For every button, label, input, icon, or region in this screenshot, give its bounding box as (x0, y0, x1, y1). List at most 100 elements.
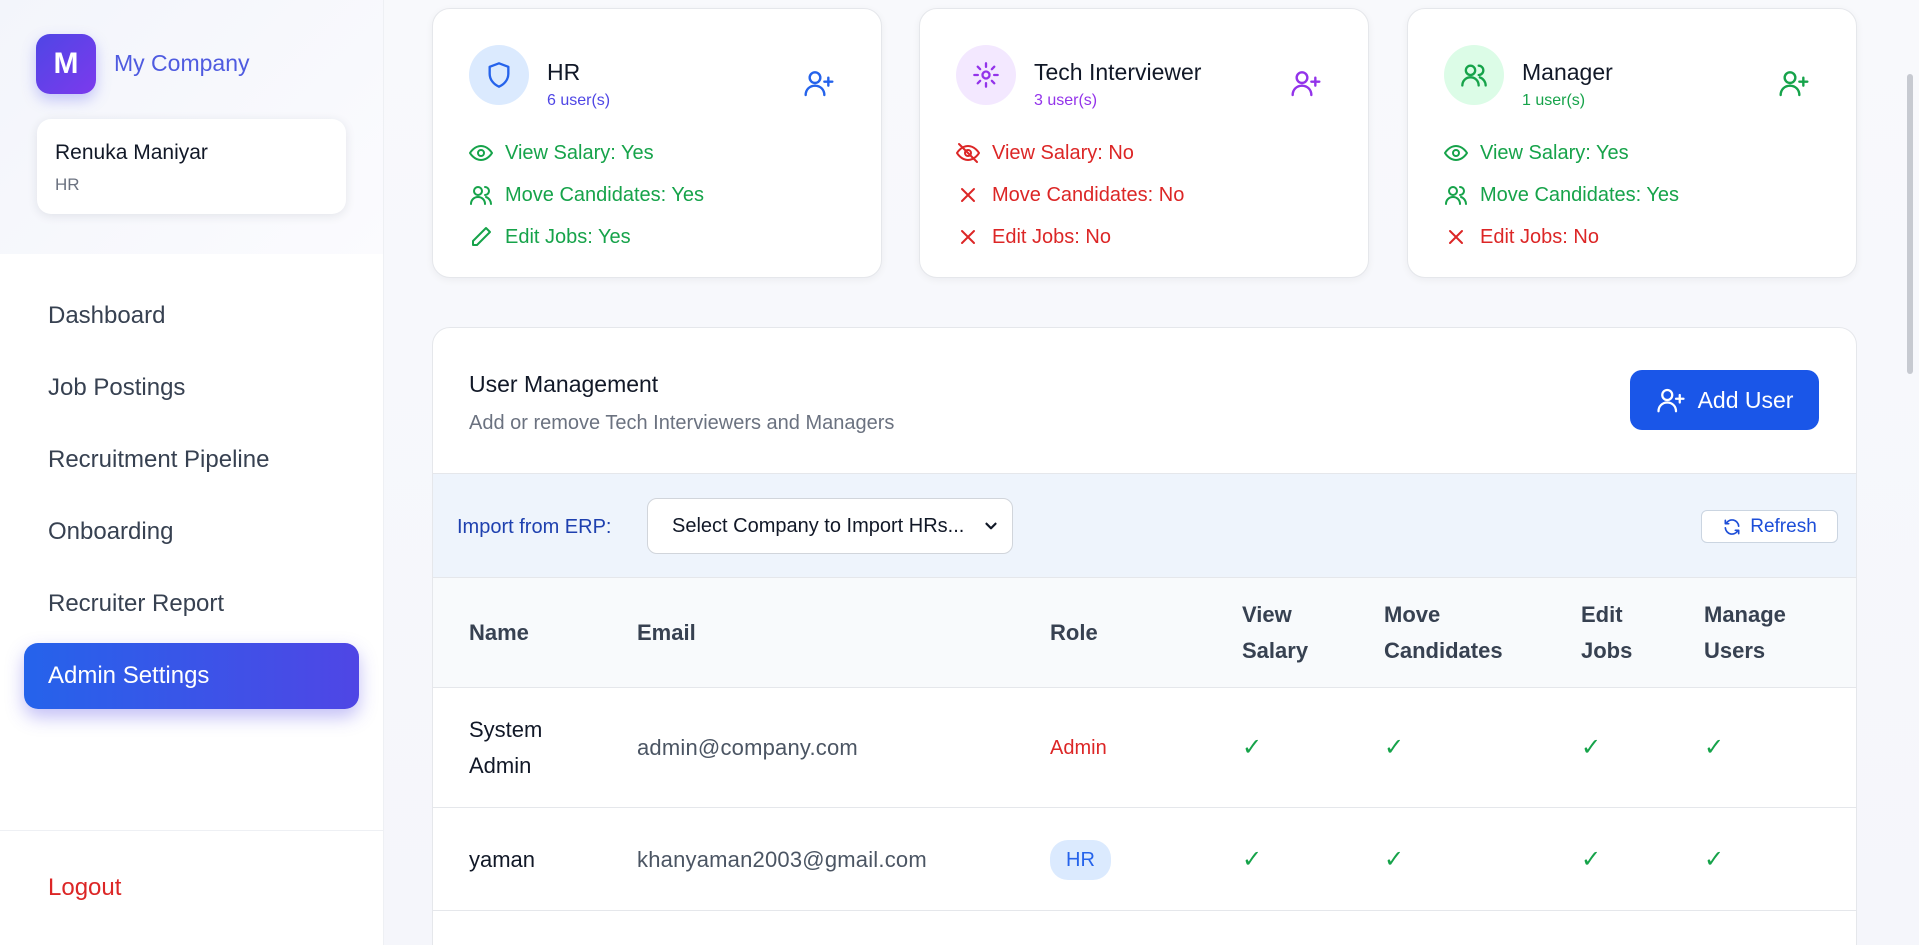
cell-role: HR (1050, 809, 1111, 910)
perm-label: View Salary: No (992, 141, 1134, 164)
column-header-edit-jobs: Edit Jobs (1581, 578, 1632, 688)
cell-email: khanyaman2003@gmail.com (637, 846, 927, 872)
erp-company-select[interactable]: Select Company to Import HRs... (647, 498, 1013, 554)
eye-icon (1444, 145, 1468, 161)
cell-name: System Admin (469, 688, 542, 807)
column-header-move-candidates: Move Candidates (1384, 578, 1503, 688)
check-icon: ✓ (1242, 733, 1263, 761)
eye-off-icon (956, 143, 980, 163)
role-user-count: 3 user(s) (1034, 92, 1098, 109)
users-icon (1445, 186, 1467, 205)
add-user-to-role-icon[interactable] (803, 67, 835, 99)
column-header-email: Email (637, 620, 696, 645)
perm-label: Edit Jobs: Yes (505, 225, 631, 248)
eye-icon (469, 145, 493, 161)
users-icon (470, 186, 492, 205)
nav-item-dashboard[interactable]: Dashboard (24, 283, 359, 349)
perm-view-salary: View Salary: No (956, 139, 1134, 167)
company-logo[interactable]: M (36, 34, 96, 94)
add-user-label: Add User (1697, 386, 1794, 413)
perm-label: Move Candidates: Yes (505, 183, 705, 206)
column-header-role: Role (1050, 620, 1098, 645)
perm-move-candidates: Move Candidates: No (956, 181, 1184, 209)
role-card-manager: Manager 1 user(s) View Salary: Yes Move … (1407, 8, 1857, 278)
user-management-panel: User Management Add or remove Tech Inter… (432, 327, 1857, 945)
sidebar-header: M My Company Renuka Maniyar HR (0, 0, 383, 254)
add-user-button[interactable]: Add User (1630, 370, 1819, 430)
check-icon: ✓ (1581, 733, 1602, 761)
role-badge-admin: Admin (1050, 736, 1107, 759)
table-row[interactable]: yaman khanyaman2003@gmail.com HR ✓ ✓ ✓ ✓ (433, 809, 1856, 911)
perm-move-candidates: Move Candidates: Yes (469, 181, 704, 209)
add-user-to-role-icon[interactable] (1290, 67, 1322, 99)
user-card: Renuka Maniyar HR (37, 119, 346, 214)
cell-name: yaman (469, 846, 536, 872)
x-icon (961, 188, 975, 202)
role-title: Tech Interviewer (1034, 59, 1202, 85)
nav-item-job-postings[interactable]: Job Postings (24, 355, 359, 421)
column-header-view-salary: View Salary (1242, 578, 1308, 688)
x-icon (1449, 230, 1463, 244)
perm-edit-jobs: Edit Jobs: No (1444, 223, 1599, 251)
nav-item-recruitment-pipeline[interactable]: Recruitment Pipeline (24, 427, 359, 493)
check-icon: ✓ (1581, 845, 1602, 873)
table-row[interactable]: System Admin admin@company.com Admin ✓ ✓ … (433, 688, 1856, 808)
sidebar: M My Company Renuka Maniyar HR Dashboard… (0, 0, 384, 945)
nav-item-admin-settings[interactable]: Admin Settings (24, 643, 359, 709)
check-icon: ✓ (1384, 733, 1405, 761)
role-user-count: 1 user(s) (1522, 92, 1586, 109)
role-title: HR (547, 59, 581, 85)
erp-select-value: Select Company to Import HRs... (672, 514, 965, 537)
header-line: Jobs (1581, 638, 1633, 663)
column-header-name: Name (469, 620, 529, 645)
role-badge-hr: HR (1050, 839, 1111, 880)
perm-label: Move Candidates: Yes (1480, 183, 1680, 206)
refresh-button[interactable]: Refresh (1701, 510, 1838, 543)
perm-label: Edit Jobs: No (1480, 225, 1599, 248)
chevron-down-icon (985, 522, 997, 530)
check-icon: ✓ (1384, 845, 1405, 873)
x-icon (961, 230, 975, 244)
check-icon: ✓ (1704, 845, 1725, 873)
header-line: Salary (1242, 638, 1309, 663)
column-header-manage-users: Manage Users (1704, 578, 1786, 688)
perm-edit-jobs: Edit Jobs: No (956, 223, 1111, 251)
nav-item-recruiter-report[interactable]: Recruiter Report (24, 571, 359, 637)
name-line: Admin (469, 752, 532, 778)
role-card-tech-interviewer: Tech Interviewer 3 user(s) View Salary: … (919, 8, 1369, 278)
cell-role: Admin (1032, 688, 1107, 807)
logout-link[interactable]: Logout (48, 874, 121, 902)
perm-label: View Salary: Yes (1480, 141, 1629, 164)
perm-edit-jobs: Edit Jobs: Yes (469, 223, 631, 251)
add-user-to-role-icon[interactable] (1778, 67, 1810, 99)
erp-import-bar: Import from ERP: Select Company to Impor… (433, 473, 1856, 578)
nav-item-onboarding[interactable]: Onboarding (24, 499, 359, 565)
erp-import-label: Import from ERP: (457, 516, 612, 538)
perm-view-salary: View Salary: Yes (469, 139, 654, 167)
user-role: HR (55, 175, 80, 194)
perm-label: View Salary: Yes (505, 141, 654, 164)
pencil-icon (472, 227, 491, 246)
cell-email: admin@company.com (637, 734, 858, 760)
perm-label: Move Candidates: No (992, 183, 1185, 206)
sidebar-nav: Dashboard Job Postings Recruitment Pipel… (24, 283, 359, 715)
role-card-hr: HR 6 user(s) View Salary: Yes Move Candi… (432, 8, 882, 278)
header-line: View (1242, 602, 1292, 627)
table-header: Name Email Role View Salary Move Candidate… (433, 578, 1856, 688)
check-icon: ✓ (1242, 845, 1263, 873)
header-line: Edit (1581, 602, 1623, 627)
check-icon: ✓ (1704, 733, 1725, 761)
refresh-icon (1724, 518, 1740, 535)
page-scrollbar[interactable] (1907, 74, 1913, 374)
perm-move-candidates: Move Candidates: Yes (1444, 181, 1679, 209)
perm-label: Edit Jobs: No (992, 225, 1111, 248)
perm-view-salary: View Salary: Yes (1444, 139, 1629, 167)
shield-icon (469, 45, 529, 105)
company-name[interactable]: My Company (114, 50, 249, 77)
header-line: Manage (1704, 602, 1786, 627)
header-line: Move (1384, 602, 1441, 627)
user-plus-icon (1656, 388, 1685, 413)
users-icon (1444, 45, 1504, 105)
header-line: Users (1704, 638, 1766, 663)
name-line: System (469, 716, 543, 742)
